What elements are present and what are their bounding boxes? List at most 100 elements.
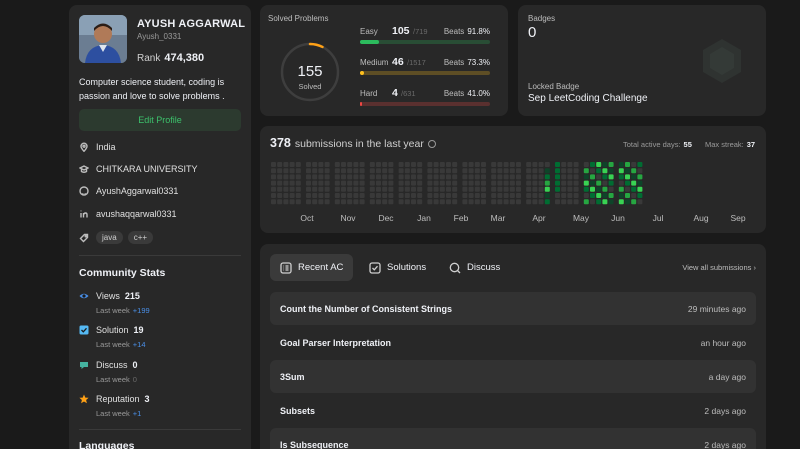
heatmap-cell[interactable] [417,193,423,198]
heatmap-cell[interactable] [567,199,573,205]
tab-discuss[interactable]: Discuss [439,254,510,281]
heatmap-cell[interactable] [404,193,410,198]
heatmap-cell[interactable] [625,186,630,192]
heatmap-cell[interactable] [382,193,388,198]
heatmap-cell[interactable] [295,174,301,180]
heatmap-cell[interactable] [625,174,630,180]
heatmap-cell[interactable] [324,193,330,198]
heatmap-cell[interactable] [596,168,602,174]
heatmap-cell[interactable] [561,174,567,180]
heatmap-cell[interactable] [277,180,283,186]
heatmap-cell[interactable] [411,168,416,174]
heatmap-cell[interactable] [324,199,330,205]
heatmap-cell[interactable] [538,168,544,174]
heatmap-cell[interactable] [497,174,503,180]
heatmap-cell[interactable] [625,180,630,186]
heatmap-cell[interactable] [596,193,602,198]
heatmap-cell[interactable] [503,186,509,192]
heatmap-cell[interactable] [376,162,381,167]
heatmap-cell[interactable] [347,180,353,186]
heatmap-cell[interactable] [398,193,404,198]
heatmap-cell[interactable] [567,186,573,192]
heatmap-cell[interactable] [277,168,283,174]
submission-row[interactable]: Is Subsequence 2 days ago [270,428,756,449]
heatmap-cell[interactable] [583,186,589,192]
heatmap-cell[interactable] [295,193,301,198]
heatmap-cell[interactable] [555,174,560,180]
heatmap-cell[interactable] [417,180,423,186]
heatmap-cell[interactable] [481,186,486,192]
heatmap-cell[interactable] [509,180,515,186]
heatmap-cell[interactable] [544,168,550,174]
heatmap-cell[interactable] [468,180,474,186]
submission-row[interactable]: 3Sum a day ago [270,360,756,393]
heatmap-cell[interactable] [555,193,560,198]
heatmap-cell[interactable] [516,168,521,174]
heatmap-cell[interactable] [573,180,579,186]
heatmap-cell[interactable] [433,199,439,205]
heatmap-cell[interactable] [618,186,624,192]
heatmap-cell[interactable] [334,193,340,198]
heatmap-cell[interactable] [590,199,595,205]
heatmap-cell[interactable] [341,162,346,167]
heatmap-cell[interactable] [452,193,458,198]
heatmap-cell[interactable] [491,199,497,205]
heatmap-cell[interactable] [555,168,560,174]
heatmap-cell[interactable] [271,186,276,192]
heatmap-cell[interactable] [555,162,560,167]
heatmap-cell[interactable] [625,199,630,205]
heatmap-cell[interactable] [341,193,346,198]
heatmap-cell[interactable] [433,168,439,174]
heatmap-cell[interactable] [427,162,433,167]
heatmap-cell[interactable] [462,193,468,198]
heatmap-cell[interactable] [452,168,458,174]
heatmap-cell[interactable] [637,199,643,205]
heatmap-cell[interactable] [289,162,295,167]
heatmap-cell[interactable] [503,193,509,198]
heatmap-cell[interactable] [376,193,381,198]
submission-title[interactable]: Goal Parser Interpretation [280,338,391,348]
heatmap-cell[interactable] [312,180,318,186]
heatmap-cell[interactable] [353,193,359,198]
heatmap-cell[interactable] [481,168,486,174]
heatmap-cell[interactable] [474,186,480,192]
heatmap-cell[interactable] [318,186,324,192]
heatmap-cell[interactable] [427,199,433,205]
heatmap-cell[interactable] [631,162,637,167]
heatmap-cell[interactable] [347,193,353,198]
submission-title[interactable]: 3Sum [280,372,305,382]
heatmap-cell[interactable] [404,168,410,174]
heatmap-cell[interactable] [446,162,451,167]
heatmap-cell[interactable] [608,199,614,205]
heatmap-cell[interactable] [439,162,445,167]
heatmap-cell[interactable] [573,174,579,180]
heatmap-cell[interactable] [602,180,608,186]
heatmap-cell[interactable] [353,186,359,192]
heatmap-cell[interactable] [618,180,624,186]
heatmap-cell[interactable] [596,186,602,192]
heatmap-cell[interactable] [382,180,388,186]
heatmap-cell[interactable] [538,162,544,167]
heatmap-cell[interactable] [631,180,637,186]
heatmap-cell[interactable] [369,186,375,192]
heatmap-cell[interactable] [295,199,301,205]
heatmap-cell[interactable] [596,199,602,205]
heatmap-cell[interactable] [509,193,515,198]
heatmap-cell[interactable] [318,193,324,198]
heatmap-cell[interactable] [516,180,521,186]
heatmap-cell[interactable] [526,162,532,167]
heatmap-cell[interactable] [295,180,301,186]
heatmap-cell[interactable] [347,186,353,192]
heatmap-cell[interactable] [532,174,538,180]
heatmap-cell[interactable] [283,162,289,167]
heatmap-cell[interactable] [312,174,318,180]
heatmap-cell[interactable] [631,199,637,205]
heatmap-cell[interactable] [439,199,445,205]
heatmap-cell[interactable] [306,186,311,192]
heatmap-cell[interactable] [439,174,445,180]
heatmap-cell[interactable] [404,174,410,180]
heatmap-cell[interactable] [590,193,595,198]
heatmap-cell[interactable] [439,168,445,174]
heatmap-cell[interactable] [398,186,404,192]
heatmap-cell[interactable] [404,162,410,167]
